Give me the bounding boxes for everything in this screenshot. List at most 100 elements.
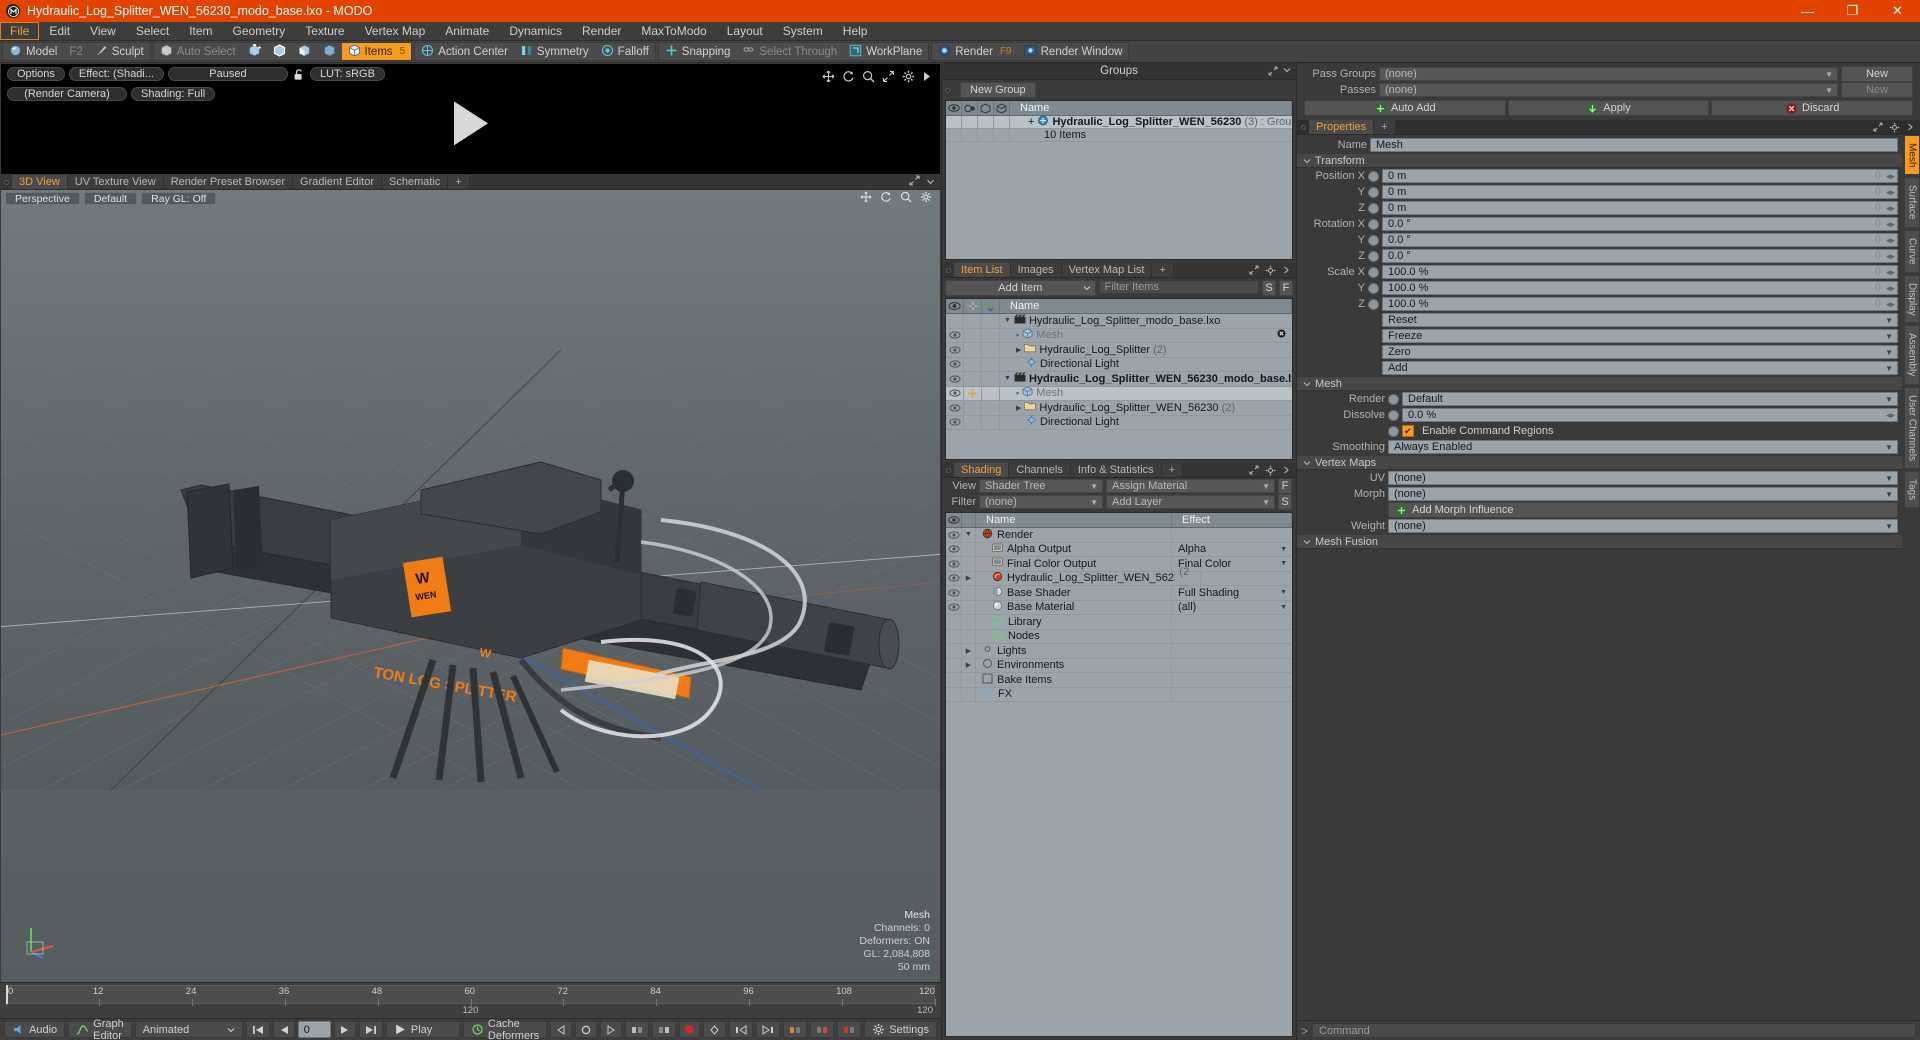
list-item[interactable]: Directional Light bbox=[946, 415, 1292, 430]
row-transform-toggle[interactable] bbox=[982, 328, 1000, 342]
row-visibility-toggle[interactable] bbox=[946, 314, 964, 328]
tab-add[interactable]: + bbox=[1374, 120, 1396, 134]
spinner-icon[interactable]: ◂▸ bbox=[1886, 267, 1895, 278]
shader-visibility-toggle[interactable] bbox=[946, 615, 962, 629]
tab-3d-view[interactable]: 3D View bbox=[12, 175, 68, 189]
transform-menu-add[interactable]: Add ▼ bbox=[1382, 361, 1898, 375]
row-transform-toggle[interactable] bbox=[982, 357, 1000, 371]
shader-row[interactable]: Base Shader Full Shading ▼ bbox=[946, 586, 1292, 601]
arrow-icon[interactable] bbox=[922, 70, 932, 86]
list-item[interactable]: ▼ Hydraulic_Log_Splitter_WEN_56230_modo_b… bbox=[946, 372, 1292, 387]
record-button[interactable] bbox=[679, 1021, 701, 1038]
row-lock-toggle[interactable] bbox=[964, 314, 982, 328]
command-regions-knob[interactable] bbox=[1388, 425, 1399, 437]
row-lock-toggle[interactable] bbox=[964, 401, 982, 415]
chevron-down-icon[interactable]: ▼ bbox=[1004, 375, 1011, 382]
gear-icon[interactable] bbox=[1265, 465, 1276, 476]
filter-f-button[interactable]: F bbox=[1279, 280, 1293, 296]
toolbar-falloff[interactable]: Falloff bbox=[595, 43, 655, 60]
pass-groups-dropdown[interactable]: (none) ▼ bbox=[1379, 67, 1838, 81]
rotate-icon[interactable] bbox=[842, 70, 855, 86]
rotate-icon[interactable] bbox=[880, 191, 892, 206]
transform-field-input[interactable]: 0.0 ° 0 ◂▸ bbox=[1382, 217, 1898, 231]
tab-channels[interactable]: Channels bbox=[1009, 463, 1071, 477]
vtab-tags[interactable]: Tags bbox=[1904, 470, 1920, 509]
minimize-button[interactable]: — bbox=[1785, 0, 1830, 22]
chevron-down-icon[interactable]: ▼ bbox=[1004, 317, 1011, 324]
timeline-playhead[interactable] bbox=[6, 985, 8, 1004]
transform-field-knob[interactable] bbox=[1368, 202, 1379, 214]
menu-item-help[interactable]: Help bbox=[833, 22, 878, 40]
panel-dot-icon[interactable] bbox=[1297, 120, 1309, 134]
shader-row[interactable]: ▶Lights▼ bbox=[946, 644, 1292, 659]
transform-field-knob[interactable] bbox=[1368, 298, 1379, 310]
vertex-maps-section-header[interactable]: Vertex Maps bbox=[1297, 455, 1902, 470]
chevron-right-icon[interactable] bbox=[1906, 123, 1914, 131]
play-button[interactable]: Play bbox=[385, 1021, 460, 1038]
shader-visibility-toggle[interactable] bbox=[946, 644, 962, 658]
transform-field-input[interactable]: 100.0 % 0 ◂▸ bbox=[1382, 297, 1898, 311]
toolbar-model[interactable]: Model bbox=[3, 43, 63, 60]
shader-row[interactable]: ▼ Render bbox=[946, 528, 1292, 543]
spinner-icon[interactable]: ◂▸ bbox=[1886, 187, 1895, 198]
toolbar-f2[interactable]: F2 bbox=[63, 43, 88, 60]
settings-button[interactable]: Settings bbox=[864, 1021, 937, 1038]
spinner-icon[interactable]: ◂▸ bbox=[1886, 171, 1895, 182]
new-group-button[interactable]: New Group bbox=[960, 82, 1036, 98]
shader-visibility-toggle[interactable] bbox=[946, 557, 962, 571]
link-mid-button[interactable] bbox=[810, 1021, 835, 1038]
tab-images[interactable]: Images bbox=[1010, 263, 1062, 277]
row-transform-toggle[interactable] bbox=[982, 314, 1000, 328]
menu-item-system[interactable]: System bbox=[773, 22, 833, 40]
graph-editor-button[interactable]: Graph Editor bbox=[68, 1018, 132, 1040]
spinner-icon[interactable]: ◂▸ bbox=[1886, 283, 1895, 294]
row-transform-toggle[interactable] bbox=[982, 343, 1000, 357]
vtab-mesh[interactable]: Mesh bbox=[1904, 135, 1920, 176]
list-item[interactable]: ▼ Hydraulic_Log_Splitter_modo_base.lxo bbox=[946, 314, 1292, 329]
row-visibility-toggle[interactable] bbox=[946, 401, 964, 415]
smoothing-dropdown[interactable]: Always Enabled ▼ bbox=[1388, 440, 1898, 454]
toolbar-render-window[interactable]: Render Window bbox=[1018, 43, 1129, 60]
render-camera-button[interactable]: (Render Camera) bbox=[7, 87, 127, 101]
row-visibility-toggle[interactable] bbox=[946, 372, 964, 386]
row-cube-b[interactable] bbox=[994, 116, 1010, 128]
row-visibility-toggle[interactable] bbox=[946, 357, 964, 371]
menu-item-edit[interactable]: Edit bbox=[39, 22, 80, 40]
tab-add[interactable]: + bbox=[1161, 463, 1184, 477]
menu-item-vertex-map[interactable]: Vertex Map bbox=[355, 22, 436, 40]
tab-gradient-editor[interactable]: Gradient Editor bbox=[293, 175, 382, 189]
vtab-surface[interactable]: Surface bbox=[1904, 177, 1920, 228]
spinner-icon[interactable]: ◂▸ bbox=[1886, 219, 1895, 230]
menu-item-file[interactable]: File bbox=[0, 22, 40, 40]
shader-visibility-toggle[interactable] bbox=[946, 571, 962, 585]
chevron-right-icon[interactable]: ▶ bbox=[1016, 346, 1021, 354]
shader-visibility-toggle[interactable] bbox=[946, 658, 962, 672]
play-icon[interactable] bbox=[453, 101, 488, 146]
chevron-right-icon[interactable]: ▶ bbox=[966, 647, 971, 655]
viewport-pill-ray-gl-off[interactable]: Ray GL: Off bbox=[141, 192, 217, 205]
panel-dot-icon[interactable] bbox=[942, 463, 954, 477]
chevron-down-icon[interactable]: ▼ bbox=[965, 531, 972, 538]
move-icon[interactable] bbox=[860, 191, 872, 206]
key-last-button[interactable] bbox=[756, 1021, 781, 1038]
row-eye-toggle[interactable] bbox=[946, 116, 962, 128]
shader-row[interactable]: Final Color Output Final Color ▼ bbox=[946, 557, 1292, 572]
transform-field-input[interactable]: 0 m 0 ◂▸ bbox=[1382, 185, 1898, 199]
expand-icon[interactable] bbox=[909, 175, 920, 189]
row-cube-a[interactable] bbox=[978, 116, 994, 128]
cache-deformers-button[interactable]: Cache Deformers bbox=[462, 1018, 548, 1040]
vtab-display[interactable]: Display bbox=[1904, 274, 1920, 324]
filter-items-input[interactable]: Filter Items bbox=[1098, 280, 1259, 294]
shader-effect-cell[interactable]: (all) ▼ bbox=[1172, 601, 1292, 613]
tab-item-list[interactable]: Item List bbox=[954, 263, 1011, 277]
tab-add[interactable]: + bbox=[448, 175, 470, 189]
row-lock-toggle[interactable] bbox=[964, 328, 982, 342]
discard-button[interactable]: Discard bbox=[1711, 100, 1914, 116]
close-icon[interactable] bbox=[1277, 329, 1292, 341]
fit-icon[interactable] bbox=[882, 70, 895, 86]
transform-field-input[interactable]: 100.0 % 0 ◂▸ bbox=[1382, 281, 1898, 295]
mesh-section-header[interactable]: Mesh bbox=[1297, 376, 1902, 391]
log-splitter-model[interactable]: W WEN TON LOG SPLITTER W bbox=[1, 190, 940, 790]
transform-field-knob[interactable] bbox=[1368, 266, 1379, 278]
toolbar-workplane[interactable]: WorkPlane bbox=[843, 43, 928, 60]
